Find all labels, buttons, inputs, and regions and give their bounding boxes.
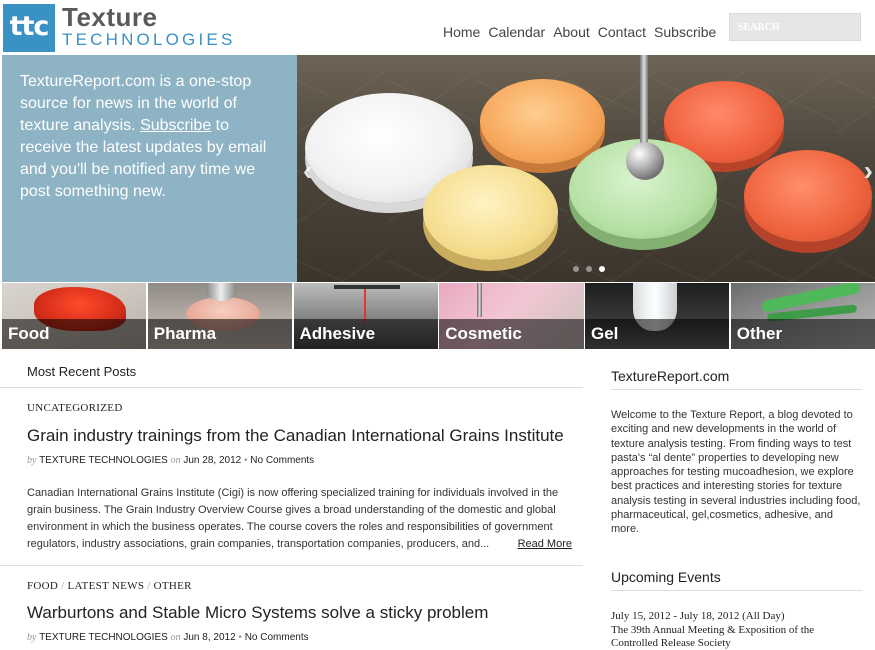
category-photo-adhesive-frame xyxy=(333,285,400,289)
nav-subscribe[interactable]: Subscribe xyxy=(654,24,716,40)
slider-next-arrow[interactable]: › xyxy=(864,155,873,187)
slider-photo-probe-rod xyxy=(640,55,648,150)
divider xyxy=(0,387,583,388)
slider-dot-active[interactable] xyxy=(599,266,605,272)
post-excerpt: Canadian International Grains Institute … xyxy=(27,485,572,553)
category-label-gel: Gel xyxy=(585,319,730,349)
logo-wordmark[interactable]: Texture TECHNOLOGIES xyxy=(62,4,235,50)
hero-intro-panel: TextureReport.com is a one-stop source f… xyxy=(2,55,297,282)
category-label-adhesive: Adhesive xyxy=(293,319,438,349)
post-title-link[interactable]: Grain industry trainings from the Canadi… xyxy=(27,426,564,446)
category-tile-adhesive[interactable]: Adhesive xyxy=(293,283,438,349)
post-categories: FOOD / LATEST NEWS / OTHER xyxy=(27,580,192,592)
post-author-link[interactable]: TEXTURE TECHNOLOGIES xyxy=(39,632,168,643)
category-photo-adhesive-beam xyxy=(363,289,366,323)
category-label-other: Other xyxy=(730,319,875,349)
post-date: Jun 28, 2012 xyxy=(183,455,242,466)
post-category-link[interactable]: FOOD xyxy=(27,580,58,592)
category-tiles: Food Pharma Adhesive Cosmetic Gel Other xyxy=(2,283,875,349)
divider xyxy=(0,565,583,566)
sidebar-events-title: Upcoming Events xyxy=(611,569,721,585)
category-tile-gel[interactable]: Gel xyxy=(585,283,730,349)
page: ttc Texture TECHNOLOGIES Home Calendar A… xyxy=(0,0,875,650)
section-title-recent-posts: Most Recent Posts xyxy=(27,364,137,379)
slider-pagination xyxy=(573,266,605,272)
post-meta-by: by xyxy=(27,632,37,643)
category-label-pharma: Pharma xyxy=(147,319,292,349)
site-header: ttc Texture TECHNOLOGIES Home Calendar A… xyxy=(0,0,875,55)
category-label-cosmetic: Cosmetic xyxy=(439,319,584,349)
category-tile-food[interactable]: Food xyxy=(2,283,147,349)
nav-calendar[interactable]: Calendar xyxy=(488,24,545,40)
divider xyxy=(611,389,862,390)
category-photo-pharma-probe xyxy=(205,283,236,301)
post-categories: UNCATEGORIZED xyxy=(27,402,123,414)
post-comments-link[interactable]: No Comments xyxy=(250,455,314,466)
post-excerpt-text: Canadian International Grains Institute … xyxy=(27,487,559,550)
search-input[interactable] xyxy=(729,13,861,41)
post-author-link[interactable]: TEXTURE TECHNOLOGIES xyxy=(39,455,168,466)
slider-prev-arrow[interactable]: ‹ xyxy=(303,155,312,187)
read-more-link[interactable]: Read More xyxy=(518,536,572,553)
post-meta: by TEXTURE TECHNOLOGIES on Jun 28, 2012 … xyxy=(27,455,314,466)
nav-home[interactable]: Home xyxy=(443,24,480,40)
sidebar-about-text: Welcome to the Texture Report, a blog de… xyxy=(611,409,861,536)
main-nav: Home Calendar About Contact Subscribe xyxy=(443,24,724,40)
post-category-link[interactable]: OTHER xyxy=(154,580,192,592)
nav-contact[interactable]: Contact xyxy=(598,24,646,40)
category-separator: / xyxy=(147,580,151,592)
post-meta: by TEXTURE TECHNOLOGIES on Jun 8, 2012 •… xyxy=(27,632,309,643)
post-meta-on: on xyxy=(170,455,181,466)
hero-slider[interactable]: ‹ › xyxy=(297,55,875,282)
category-label-food: Food xyxy=(2,319,147,349)
logo-word-technologies: TECHNOLOGIES xyxy=(62,30,236,49)
post-meta-by: by xyxy=(27,455,37,466)
logo-mark[interactable]: ttc xyxy=(3,4,55,52)
sidebar-about-title: TextureReport.com xyxy=(611,368,730,384)
divider xyxy=(611,590,862,591)
post-date: Jun 8, 2012 xyxy=(183,632,236,643)
post-category-link[interactable]: UNCATEGORIZED xyxy=(27,402,123,414)
logo-word-texture: Texture xyxy=(62,2,158,32)
hero-subscribe-link[interactable]: Subscribe xyxy=(140,117,211,134)
category-photo-cosmetic-probe xyxy=(477,283,483,317)
meta-separator: • xyxy=(238,632,242,643)
post-category-link[interactable]: LATEST NEWS xyxy=(68,580,145,592)
slider-photo-probe-ball xyxy=(626,142,664,180)
event-date: July 15, 2012 - July 18, 2012 (All Day) xyxy=(611,610,785,622)
post-comments-link[interactable]: No Comments xyxy=(245,632,309,643)
slider-dot[interactable] xyxy=(586,266,592,272)
slider-photo-tablet-yellow xyxy=(423,165,558,260)
slider-photo-tablet-orange xyxy=(480,79,605,164)
category-separator: / xyxy=(61,580,65,592)
category-tile-other[interactable]: Other xyxy=(730,283,875,349)
event-title-link[interactable]: The 39th Annual Meeting & Exposition of … xyxy=(611,624,856,650)
nav-about[interactable]: About xyxy=(553,24,590,40)
post-meta-on: on xyxy=(170,632,181,643)
category-tile-pharma[interactable]: Pharma xyxy=(147,283,292,349)
slider-photo-tablet-red-right xyxy=(744,150,872,242)
post-title-link[interactable]: Warburtons and Stable Micro Systems solv… xyxy=(27,603,488,623)
meta-separator: • xyxy=(243,455,248,466)
category-tile-cosmetic[interactable]: Cosmetic xyxy=(439,283,584,349)
slider-dot[interactable] xyxy=(573,266,579,272)
